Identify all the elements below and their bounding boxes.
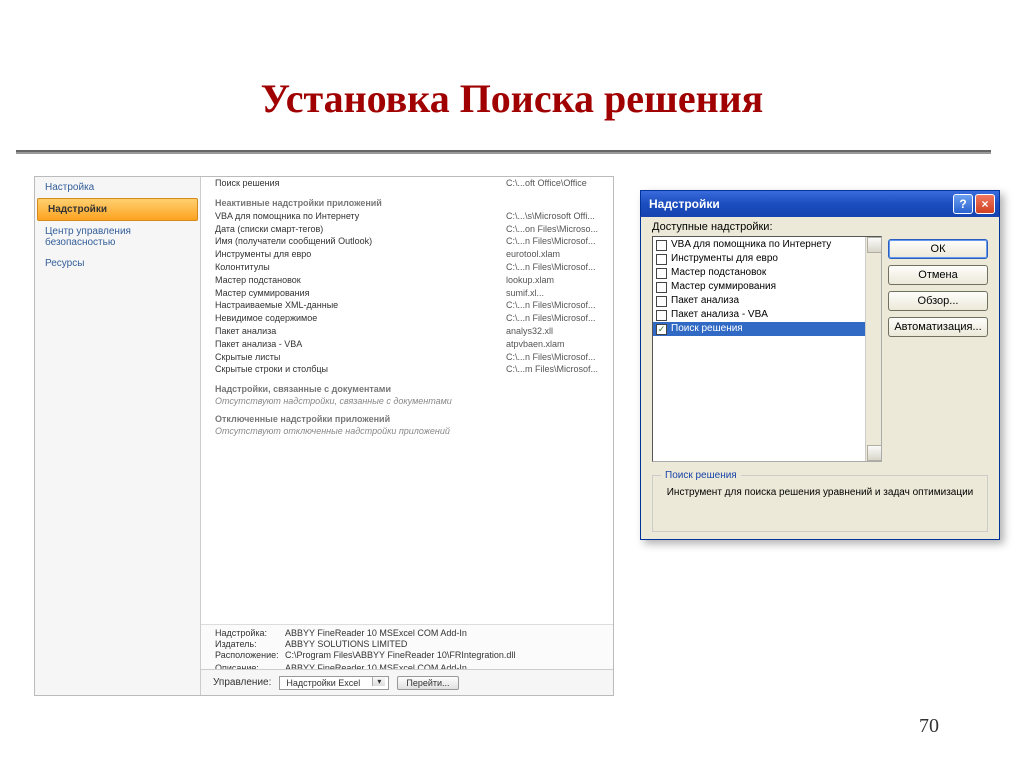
- detail-label-publisher: Издатель:: [215, 639, 285, 649]
- addin-row: Невидимое содержимоеC:\...n Files\Micros…: [215, 312, 606, 325]
- detail-value-addin: ABBYY FineReader 10 MSExcel COM Add-In: [285, 628, 467, 638]
- addin-row: Дата (списки смарт-тегов)C:\...on Files\…: [215, 223, 606, 236]
- checkbox-icon[interactable]: [656, 310, 667, 321]
- sidebar-item-addins[interactable]: Надстройки: [37, 198, 198, 221]
- detail-value-publisher: ABBYY SOLUTIONS LIMITED: [285, 639, 407, 649]
- group-note-disabled: Отсутствуют отключенные надстройки прило…: [215, 426, 606, 436]
- addin-row: КолонтитулыC:\...n Files\Microsof...: [215, 261, 606, 274]
- list-item[interactable]: Пакет анализа - VBA: [653, 308, 881, 322]
- sidebar-item-trust-center[interactable]: Центр управления безопасностью: [35, 221, 200, 253]
- cancel-button[interactable]: Отмена: [888, 265, 988, 285]
- checkbox-icon[interactable]: ✓: [656, 324, 667, 335]
- checkbox-icon[interactable]: [656, 282, 667, 293]
- checkbox-icon[interactable]: [656, 254, 667, 265]
- manage-combobox[interactable]: Надстройки Excel: [279, 676, 389, 690]
- manage-label: Управление:: [213, 677, 271, 688]
- help-button[interactable]: ?: [953, 194, 973, 214]
- detail-label-addin: Надстройка:: [215, 628, 285, 638]
- group-header-docs: Надстройки, связанные с документами: [215, 384, 606, 394]
- list-item[interactable]: Инструменты для евро: [653, 252, 881, 266]
- checkbox-icon[interactable]: [656, 240, 667, 251]
- description-text: Инструмент для поиска решения уравнений …: [661, 487, 979, 500]
- available-addins-label: Доступные надстройки:: [652, 221, 882, 233]
- addins-main-list: Поиск решенияC:\...oft Office\Office Неа…: [201, 177, 613, 625]
- addin-row: Мастер суммированияsumif.xl...: [215, 287, 606, 300]
- office-options-window: Настройка Надстройки Центр управления бе…: [34, 176, 614, 696]
- addin-row: VBA для помощника по ИнтернетуC:\...\s\M…: [215, 210, 606, 223]
- list-item-selected[interactable]: ✓Поиск решения: [653, 322, 881, 336]
- sidebar-item-resources[interactable]: Ресурсы: [35, 253, 200, 274]
- addin-description-box: Поиск решения Инструмент для поиска реше…: [652, 475, 988, 532]
- group-note-docs: Отсутствуют надстройки, связанные с доку…: [215, 396, 606, 406]
- list-item[interactable]: VBA для помощника по Интернету: [653, 238, 881, 252]
- addin-row: Настраиваемые XML-данныеC:\...n Files\Mi…: [215, 299, 606, 312]
- checkbox-icon[interactable]: [656, 268, 667, 279]
- options-sidebar: Настройка Надстройки Центр управления бе…: [35, 177, 201, 695]
- addins-checklist[interactable]: VBA для помощника по Интернету Инструмен…: [652, 236, 882, 462]
- sidebar-item-settings[interactable]: Настройка: [35, 177, 200, 198]
- list-item[interactable]: Мастер суммирования: [653, 280, 881, 294]
- dialog-titlebar[interactable]: Надстройки ? ×: [641, 191, 999, 217]
- addin-row: Скрытые листыC:\...n Files\Microsof...: [215, 351, 606, 364]
- options-footer: Управление: Надстройки Excel Перейти...: [201, 669, 613, 695]
- list-item[interactable]: Мастер подстановок: [653, 266, 881, 280]
- detail-value-location: C:\Program Files\ABBYY FineReader 10\FRI…: [285, 650, 515, 660]
- ok-button[interactable]: ОК: [888, 239, 988, 259]
- checkbox-icon[interactable]: [656, 296, 667, 307]
- detail-label-location: Расположение:: [215, 650, 285, 660]
- addin-row: Мастер подстановокlookup.xlam: [215, 274, 606, 287]
- addins-dialog: Надстройки ? × Доступные надстройки: VBA…: [640, 190, 1000, 540]
- group-header-inactive: Неактивные надстройки приложений: [215, 198, 606, 208]
- page-number: 70: [919, 715, 939, 738]
- addin-row: Инструменты для евроeurotool.xlam: [215, 248, 606, 261]
- go-button[interactable]: Перейти...: [397, 676, 458, 690]
- close-button[interactable]: ×: [975, 194, 995, 214]
- addin-row: Скрытые строки и столбцыC:\...m Files\Mi…: [215, 363, 606, 376]
- list-item[interactable]: Пакет анализа: [653, 294, 881, 308]
- automation-button[interactable]: Автоматизация...: [888, 317, 988, 337]
- slide-title: Установка Поиска решения: [0, 0, 1024, 122]
- description-header: Поиск решения: [661, 470, 741, 481]
- group-header-disabled: Отключенные надстройки приложений: [215, 414, 606, 424]
- scrollbar[interactable]: [865, 237, 881, 461]
- horizontal-rule: [16, 150, 991, 154]
- dialog-title: Надстройки: [649, 197, 720, 211]
- browse-button[interactable]: Обзор...: [888, 291, 988, 311]
- addin-row: Имя (получатели сообщений Outlook)C:\...…: [215, 235, 606, 248]
- addin-row: Пакет анализа - VBAatpvbaen.xlam: [215, 338, 606, 351]
- addin-detail-panel: Надстройка:ABBYY FineReader 10 MSExcel C…: [201, 625, 613, 671]
- addin-row: Поиск решенияC:\...oft Office\Office: [215, 177, 606, 190]
- addin-row: Пакет анализаanalys32.xll: [215, 325, 606, 338]
